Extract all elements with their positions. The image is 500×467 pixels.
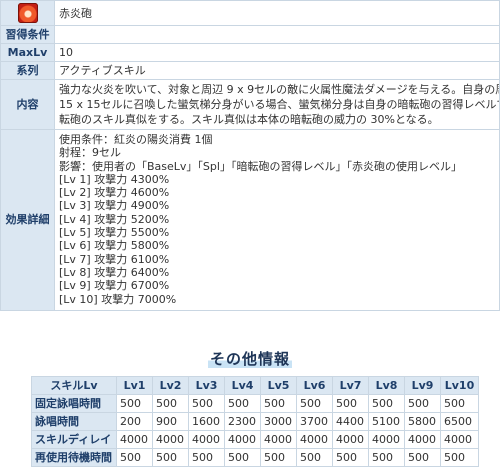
table-cell: 4000 [188,430,225,449]
header-cell-lv9: Lv9 [404,376,441,395]
effect-detail-label: 効果詳細 [0,129,55,311]
header-cell-lv1: Lv1 [116,376,153,395]
table-cell: 500 [152,448,189,467]
table-cell: 500 [224,394,261,413]
table-cell: 4000 [260,430,297,449]
detail-line: [Lv 4] 攻撃力 5200% [59,212,170,226]
detail-line: [Lv 10] 攻撃力 7000% [59,292,177,306]
row-label-cooldown: 再使用待機時間 [31,448,117,467]
skill-type-label: 系列 [0,61,55,80]
detail-line: [Lv 6] 攻撃力 5800% [59,239,170,253]
description-line: 15 x 15セルに召喚した蠻気梯分身がいる場合、蠻気梯分身は自身の暗転砲の習得… [59,98,500,111]
table-cell: 5100 [368,412,405,431]
table-cell: 4400 [332,412,369,431]
table-cell: 500 [116,394,153,413]
header-cell-lv6: Lv6 [296,376,333,395]
header-cell-lv4: Lv4 [224,376,261,395]
table-cell: 500 [332,394,369,413]
table-cell: 500 [404,448,441,467]
table-cell: 500 [440,394,479,413]
row-label-cast-time: 詠唱時間 [31,412,117,431]
table-cell: 500 [296,448,333,467]
detail-line: 影響：使用者の「BaseLv」「Spl」「暗転砲の習得レベル」「赤炎砲の使用レベ… [59,159,462,173]
table-cell: 4000 [152,430,189,449]
table-cell: 4000 [440,430,479,449]
table-cell: 500 [188,394,225,413]
table-cell: 900 [152,412,189,431]
header-cell-lv2: Lv2 [152,376,189,395]
acquire-condition-label: 習得条件 [0,25,55,44]
header-cell-lv7: Lv7 [332,376,369,395]
table-cell: 500 [116,448,153,467]
detail-line: 射程：9セル [59,146,121,160]
table-cell: 500 [368,394,405,413]
table-cell: 4000 [116,430,153,449]
header-cell-lv3: Lv3 [188,376,225,395]
acquire-condition-row: 習得条件 [0,25,500,44]
table-cell: 500 [296,394,333,413]
table-row: 詠唱時間 200 900 1600 2300 3000 3700 4400 51… [31,412,479,431]
maxlv-label: MaxLv [0,43,55,62]
table-row: 固定詠唱時間 500 500 500 500 500 500 500 500 5… [31,394,479,413]
header-cell-lv10: Lv10 [440,376,479,395]
table-cell: 1600 [188,412,225,431]
table-cell: 500 [368,448,405,467]
detail-line: [Lv 3] 攻撃力 4900% [59,199,170,213]
table-row: 再使用待機時間 500 500 500 500 500 500 500 500 … [31,448,479,467]
table-cell: 500 [260,394,297,413]
table-cell: 6500 [440,412,479,431]
skill-name: 赤炎砲 [54,0,500,26]
table-cell: 4000 [224,430,261,449]
other-info-header-row: スキルLv Lv1 Lv2 Lv3 Lv4 Lv5 Lv6 Lv7 Lv8 Lv… [31,376,479,395]
effect-detail-text: 使用条件：紅炎の陽炎消費 1個 射程：9セル 影響：使用者の「BaseLv」「S… [54,129,500,311]
other-info-title: その他情報 [207,350,292,368]
table-cell: 500 [260,448,297,467]
detail-line: [Lv 9] 攻撃力 6700% [59,279,170,293]
detail-line: [Lv 7] 攻撃力 6100% [59,252,170,266]
table-cell: 3000 [260,412,297,431]
table-cell: 4000 [296,430,333,449]
table-cell: 4000 [332,430,369,449]
table-row: スキルディレイ 4000 4000 4000 4000 4000 4000 40… [31,430,479,449]
row-label-skill-delay: スキルディレイ [31,430,117,449]
detail-line: [Lv 2] 攻撃力 4600% [59,186,170,200]
table-cell: 200 [116,412,153,431]
header-cell-lv5: Lv5 [260,376,297,395]
other-info-heading: その他情報 [0,348,500,369]
description-text: 強力な火炎を吹いて、対象と周辺 9 x 9セルの敵に火属性魔法ダメージを与える。… [54,79,500,130]
table-cell: 4000 [404,430,441,449]
description-row: 内容 強力な火炎を吹いて、対象と周辺 9 x 9セルの敵に火属性魔法ダメージを与… [0,79,500,130]
other-info-table: スキルLv Lv1 Lv2 Lv3 Lv4 Lv5 Lv6 Lv7 Lv8 Lv… [31,376,479,467]
skill-type-row: 系列 アクティブスキル [0,61,500,80]
skill-name-row: 赤炎砲 [0,0,500,26]
skill-type-value: アクティブスキル [54,61,500,80]
detail-line: 使用条件：紅炎の陽炎消費 1個 [59,133,213,146]
detail-line: [Lv 8] 攻撃力 6400% [59,265,170,279]
table-cell: 500 [224,448,261,467]
description-label: 内容 [0,79,55,130]
maxlv-row: MaxLv 10 [0,43,500,62]
header-cell-lv8: Lv8 [368,376,405,395]
description-line: 転砲のスキル真似をする。スキル真似は本体の暗転砲の威力の 30%となる。 [59,113,439,126]
fire-skill-icon [17,3,38,23]
table-cell: 500 [440,448,479,467]
row-label-fixed-cast: 固定詠唱時間 [31,394,117,413]
description-line: 強力な火炎を吹いて、対象と周辺 9 x 9セルの敵に火属性魔法ダメージを与える。… [59,83,500,96]
effect-detail-row: 効果詳細 使用条件：紅炎の陽炎消費 1個 射程：9セル 影響：使用者の「Base… [0,129,500,311]
table-cell: 4000 [368,430,405,449]
table-cell: 500 [152,394,189,413]
detail-line: [Lv 1] 攻撃力 4300% [59,172,170,186]
table-cell: 500 [332,448,369,467]
skill-icon-cell [0,0,55,26]
acquire-condition-value [54,25,500,44]
detail-line: [Lv 5] 攻撃力 5500% [59,226,170,240]
table-cell: 5800 [404,412,441,431]
table-cell: 3700 [296,412,333,431]
table-cell: 500 [188,448,225,467]
maxlv-value: 10 [54,43,500,62]
header-cell-skill-lv: スキルLv [31,376,117,395]
table-cell: 500 [404,394,441,413]
skill-info-table: 赤炎砲 習得条件 MaxLv 10 系列 アクティブスキル 内容 強力な火炎を吹… [0,0,500,311]
table-cell: 2300 [224,412,261,431]
